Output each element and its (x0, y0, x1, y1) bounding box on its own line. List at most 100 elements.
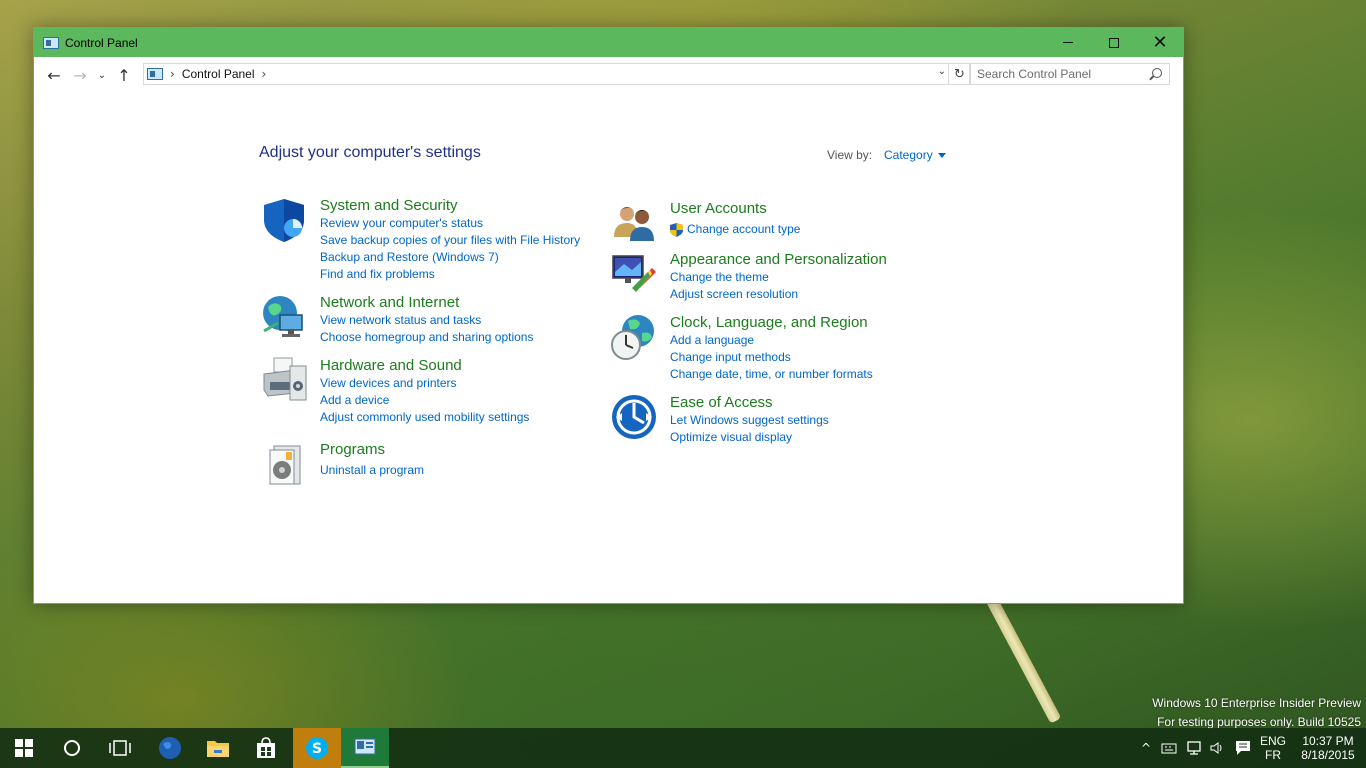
category-ease-text: Ease of Access Let Windows suggest setti… (670, 393, 970, 446)
view-by-dropdown[interactable]: Category (884, 148, 946, 162)
view-by-label: View by: (827, 148, 873, 162)
page-title: Adjust your computer's settings (259, 144, 481, 161)
store-bag-icon (257, 737, 275, 758)
category-network-text: Network and Internet View network status… (320, 293, 620, 346)
control-panel-icon (147, 68, 163, 80)
svg-text:S: S (312, 741, 322, 757)
taskbar-app-skype[interactable]: S (293, 728, 341, 768)
category-title[interactable]: Hardware and Sound (320, 356, 620, 375)
search-box[interactable] (969, 63, 1170, 85)
taskbar-app-browser[interactable] (146, 728, 194, 768)
recent-locations-button[interactable]: ⌄ (93, 62, 111, 88)
action-center-button[interactable] (1230, 728, 1256, 768)
chevron-down-icon[interactable]: ⌄ (938, 66, 946, 77)
windows-logo-icon (15, 739, 33, 757)
view-by-value[interactable]: Category (884, 148, 933, 162)
window-controls: ✕ (1045, 28, 1183, 57)
link-review-status[interactable]: Review your computer's status (320, 215, 620, 232)
tray-input-indicator[interactable] (1158, 728, 1180, 768)
category-title[interactable]: System and Security (320, 196, 620, 215)
link-windows-suggest[interactable]: Let Windows suggest settings (670, 412, 970, 429)
up-button[interactable]: ↑ (111, 62, 137, 88)
link-change-account-type[interactable]: Change account type (670, 221, 970, 238)
category-hardware-text: Hardware and Sound View devices and prin… (320, 356, 620, 426)
link-backup-restore[interactable]: Backup and Restore (Windows 7) (320, 249, 620, 266)
task-view-icon (109, 740, 131, 756)
language-indicator[interactable]: ENG FR (1258, 728, 1288, 768)
address-bar[interactable]: › Control Panel › ⌄ ↻ (143, 63, 971, 85)
start-button[interactable] (0, 728, 48, 768)
link-change-theme[interactable]: Change the theme (670, 269, 970, 286)
folder-icon (207, 741, 229, 757)
cortana-button[interactable] (48, 728, 96, 768)
control-panel-icon (354, 738, 376, 755)
arrow-up-icon: ↑ (117, 65, 131, 85)
language-secondary: FR (1265, 748, 1281, 762)
tray-network[interactable] (1182, 728, 1206, 768)
back-button[interactable]: ← (41, 62, 67, 88)
search-input[interactable] (970, 67, 1140, 81)
taskbar-app-control-panel[interactable] (341, 728, 389, 768)
link-input-methods[interactable]: Change input methods (670, 349, 970, 366)
category-title[interactable]: Clock, Language, and Region (670, 313, 970, 332)
link-network-status[interactable]: View network status and tasks (320, 312, 620, 329)
show-hidden-icons-button[interactable]: ^ (1136, 728, 1156, 768)
link-label[interactable]: Change account type (687, 221, 800, 238)
chevron-right-icon[interactable]: › (262, 67, 267, 81)
taskbar-app-store[interactable] (242, 728, 290, 768)
main-content: Adjust your computer's settings View by:… (34, 93, 1183, 603)
category-user-accounts-text: User Accounts Change account type (670, 199, 970, 238)
link-uninstall-program[interactable]: Uninstall a program (320, 462, 620, 479)
programs-icon[interactable] (260, 440, 308, 488)
title-bar[interactable]: Control Panel ✕ (34, 28, 1183, 57)
clock-time: 10:37 PM (1302, 734, 1354, 748)
caret-down-icon (937, 153, 946, 159)
breadcrumb-control-panel[interactable]: Control Panel (182, 67, 255, 81)
category-title[interactable]: Appearance and Personalization (670, 250, 970, 269)
close-button[interactable]: ✕ (1137, 28, 1183, 57)
shield-icon[interactable] (260, 196, 308, 244)
link-optimize-display[interactable]: Optimize visual display (670, 429, 970, 446)
taskbar-app-file-explorer[interactable] (194, 728, 242, 768)
category-system-security-text: System and Security Review your computer… (320, 196, 620, 283)
clock-date: 8/18/2015 (1301, 748, 1355, 762)
chevron-right-icon[interactable]: › (170, 67, 175, 81)
task-view-button[interactable] (96, 728, 144, 768)
minimize-button[interactable] (1045, 28, 1091, 57)
maximize-button[interactable] (1091, 28, 1137, 57)
network-icon (1187, 741, 1201, 755)
category-title[interactable]: Ease of Access (670, 393, 970, 412)
link-devices-printers[interactable]: View devices and printers (320, 375, 620, 392)
users-icon[interactable] (610, 199, 658, 247)
appearance-icon[interactable] (610, 250, 658, 298)
category-title[interactable]: Programs (320, 440, 620, 459)
forward-button[interactable]: → (67, 62, 93, 88)
category-title[interactable]: Network and Internet (320, 293, 620, 312)
ease-of-access-icon[interactable] (610, 393, 658, 441)
link-date-time-formats[interactable]: Change date, time, or number formats (670, 366, 970, 383)
link-add-language[interactable]: Add a language (670, 332, 970, 349)
taskbar: S ^ ENG FR 10:37 PM 8/18/2015 (0, 728, 1366, 768)
printer-icon[interactable] (260, 356, 308, 404)
link-file-history[interactable]: Save backup copies of your files with Fi… (320, 232, 620, 249)
category-appearance-text: Appearance and Personalization Change th… (670, 250, 970, 303)
refresh-button[interactable]: ↻ (948, 64, 970, 84)
search-icon[interactable] (1152, 68, 1162, 78)
category-title[interactable]: User Accounts (670, 199, 970, 218)
network-globe-icon[interactable] (260, 293, 308, 341)
link-screen-resolution[interactable]: Adjust screen resolution (670, 286, 970, 303)
link-homegroup[interactable]: Choose homegroup and sharing options (320, 329, 620, 346)
maximize-icon (1109, 37, 1119, 48)
notification-icon (1236, 741, 1250, 755)
refresh-icon: ↻ (954, 66, 965, 82)
clock-globe-icon[interactable] (610, 313, 658, 361)
link-mobility-settings[interactable]: Adjust commonly used mobility settings (320, 409, 620, 426)
link-add-device[interactable]: Add a device (320, 392, 620, 409)
tray-volume[interactable] (1206, 728, 1228, 768)
cortana-circle-icon (64, 740, 80, 756)
link-find-fix[interactable]: Find and fix problems (320, 266, 620, 283)
wallpaper-decoration (985, 594, 1062, 724)
clock[interactable]: 10:37 PM 8/18/2015 (1294, 728, 1362, 768)
minimize-icon (1063, 42, 1073, 43)
globe-icon (159, 737, 181, 759)
